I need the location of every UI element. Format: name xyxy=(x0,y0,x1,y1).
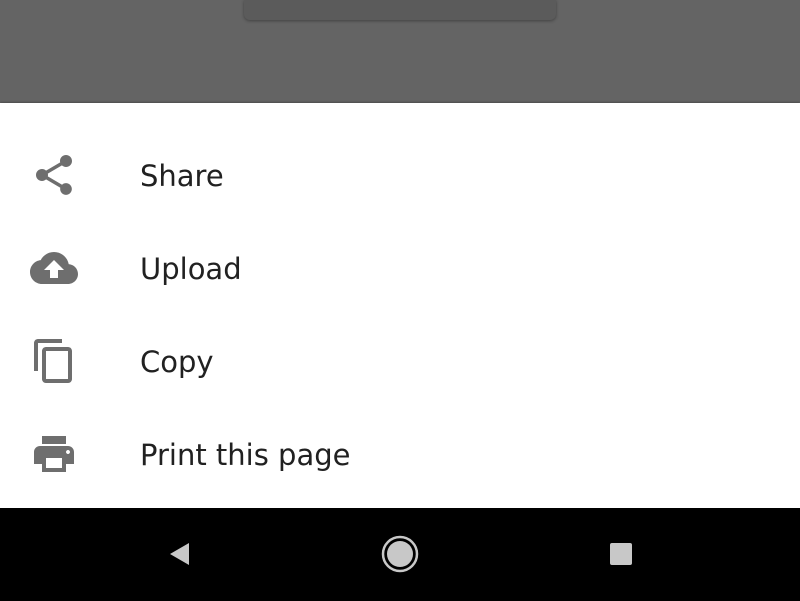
back-button[interactable] xyxy=(153,528,205,580)
menu-item-share[interactable]: Share xyxy=(0,129,800,222)
menu-item-label: Print this page xyxy=(140,438,351,472)
menu-item-copy[interactable]: Copy xyxy=(0,315,800,408)
back-icon xyxy=(170,543,189,565)
cloud-upload-icon xyxy=(30,244,78,292)
background-card xyxy=(244,0,556,20)
copy-icon xyxy=(30,337,78,385)
recents-icon xyxy=(610,543,632,565)
home-button[interactable] xyxy=(374,528,426,580)
background-scrim[interactable] xyxy=(0,0,800,103)
print-icon xyxy=(30,430,78,478)
recents-button[interactable] xyxy=(595,528,647,580)
menu-item-print[interactable]: Print this page xyxy=(0,408,800,501)
bottom-sheet-menu: Share Upload Copy Print this page xyxy=(0,103,800,508)
menu-item-label: Upload xyxy=(140,252,242,286)
menu-item-label: Share xyxy=(140,159,224,193)
menu-item-label: Copy xyxy=(140,345,214,379)
home-icon xyxy=(381,535,419,573)
screen: Share Upload Copy Print this page xyxy=(0,0,800,601)
menu-item-upload[interactable]: Upload xyxy=(0,222,800,315)
system-navigation-bar xyxy=(0,508,800,601)
share-icon xyxy=(30,151,78,199)
